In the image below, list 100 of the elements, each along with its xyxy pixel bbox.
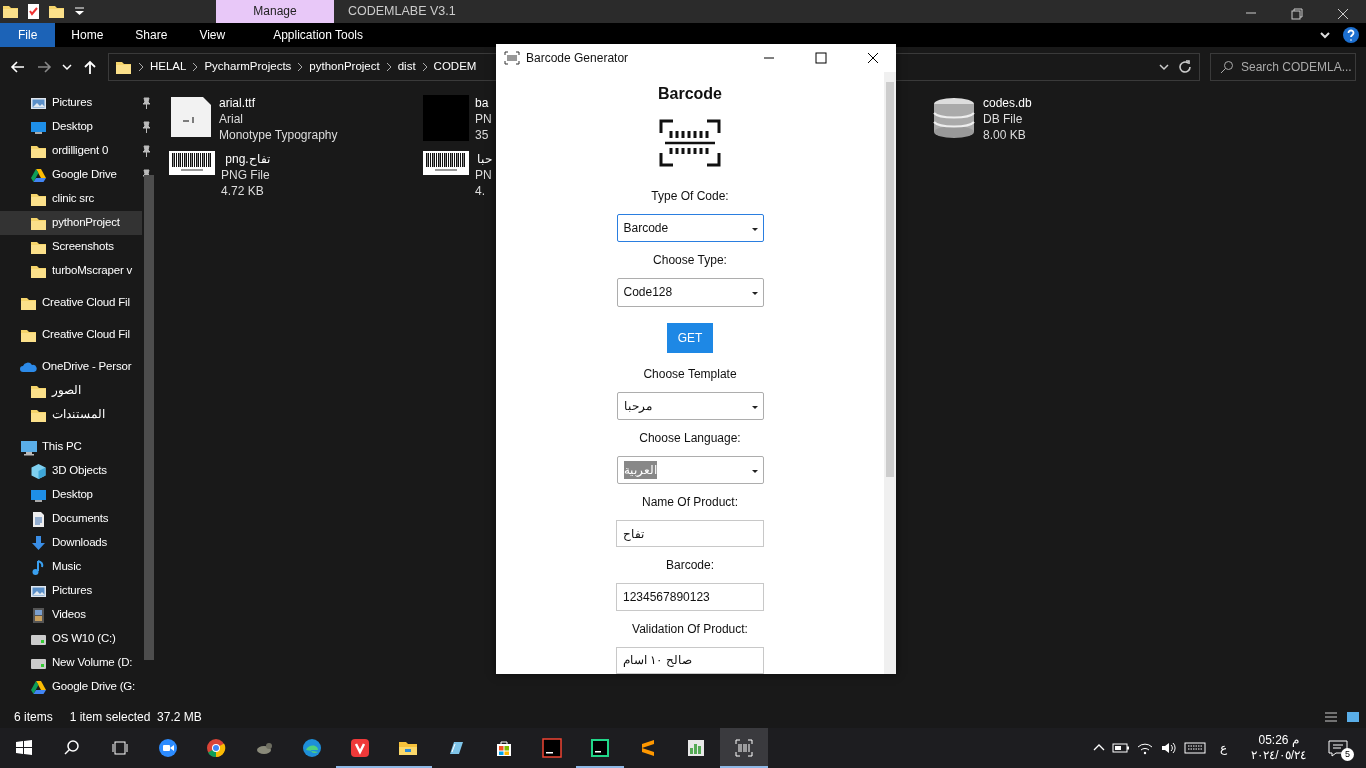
up-arrow-icon[interactable]: [82, 59, 98, 75]
ribbon-tab[interactable]: Home: [55, 23, 120, 47]
folder-icon[interactable]: [2, 3, 19, 20]
breadcrumb-item[interactable]: pythonProject: [309, 58, 380, 76]
input-field[interactable]: تفاح: [616, 520, 764, 548]
computer-icon: [20, 438, 37, 456]
sidebar-item[interactable]: Google Drive (G:: [0, 675, 142, 699]
input-language-indicator[interactable]: ع: [1220, 739, 1228, 757]
file-name[interactable]: codes.db: [983, 95, 1032, 111]
search-field[interactable]: Search CODEMLA...: [1210, 53, 1356, 81]
sidebar-item[interactable]: New Volume (D:: [0, 651, 142, 675]
dialog-heading: Barcode: [658, 84, 722, 104]
film-icon: [30, 606, 47, 624]
sidebar-item[interactable]: المستندات: [0, 403, 142, 427]
file-detail: PN: [475, 167, 492, 183]
breadcrumb-item[interactable]: HELAL: [150, 58, 187, 76]
input-field[interactable]: صالح ١٠ اسام: [616, 646, 764, 674]
file-name[interactable]: تفاح.png: [221, 151, 270, 167]
field-label: Name Of Product:: [641, 494, 738, 512]
keyboard-icon[interactable]: [1184, 740, 1207, 756]
sidebar-item[interactable]: Desktop: [0, 115, 142, 139]
file-detail: 35: [475, 127, 490, 143]
barcode-thumbnail: [169, 151, 215, 175]
field-label: Choose Template: [643, 365, 737, 383]
maximize-icon[interactable]: [813, 50, 829, 66]
sidebar-item[interactable]: ordilligent 0: [0, 139, 142, 163]
sidebar-item[interactable]: OneDrive - Persor: [0, 355, 142, 379]
restore-icon[interactable]: [1288, 5, 1306, 23]
sidebar-item[interactable]: Videos: [0, 603, 142, 627]
scrollbar[interactable]: [884, 72, 896, 674]
file-detail: PN: [475, 111, 492, 127]
help-icon[interactable]: [1342, 26, 1360, 44]
sidebar-item[interactable]: OS W10 (C:): [0, 627, 142, 651]
field-label: Validation Of Product:: [632, 620, 748, 638]
sidebar-item[interactable]: Google Drive: [0, 163, 142, 187]
notification-icon[interactable]: [1328, 739, 1348, 758]
sidebar-item[interactable]: Pictures: [0, 579, 142, 603]
field-label: Barcode:: [666, 557, 714, 575]
sidebar-item[interactable]: Desktop: [0, 483, 142, 507]
input-field[interactable]: 1234567890123: [616, 583, 764, 611]
barcode-scan-icon: [504, 51, 520, 65]
chevron-right-icon: [385, 62, 392, 72]
checklist-icon[interactable]: [25, 3, 42, 20]
dropdown[interactable]: العربية: [616, 455, 764, 485]
sidebar-item[interactable]: Downloads: [0, 531, 142, 555]
ide-icon: [590, 738, 610, 758]
battery-icon[interactable]: [1112, 740, 1131, 756]
notification-count: 5: [1341, 748, 1354, 762]
breadcrumb-item[interactable]: CODEM: [433, 58, 477, 76]
sidebar-item[interactable]: Music: [0, 555, 142, 579]
large-icons-view-icon[interactable]: [1346, 711, 1360, 723]
sidebar-item[interactable]: Creative Cloud Fil: [0, 291, 142, 315]
window-title: CODEMLABE V3.1: [347, 3, 456, 20]
file-detail: 4.: [475, 183, 486, 199]
pin-icon[interactable]: [140, 97, 152, 109]
dropdown[interactable]: Code128: [616, 278, 764, 307]
ribbon-tab[interactable]: View: [183, 23, 242, 47]
folder-icon[interactable]: [48, 3, 65, 20]
file-detail: DB File: [983, 111, 1024, 127]
sidebar-item[interactable]: This PC: [0, 435, 142, 459]
refresh-icon[interactable]: [1177, 59, 1193, 75]
video-call-icon: [158, 738, 178, 758]
status-text: 6 items: [14, 709, 53, 726]
sidebar-item[interactable]: Screenshots: [0, 235, 142, 259]
file-name[interactable]: حبا: [475, 151, 492, 167]
sidebar-item[interactable]: Creative Cloud Fil: [0, 323, 142, 347]
dropdown[interactable]: مرحبا: [616, 391, 764, 420]
file-detail: 8.00 KB: [983, 127, 1027, 143]
dropdown[interactable]: Barcode: [616, 214, 764, 243]
sidebar-item[interactable]: Pictures: [0, 91, 142, 115]
breadcrumb-item[interactable]: PycharmProjects: [204, 58, 292, 76]
sidebar-item[interactable]: 3D Objects: [0, 459, 142, 483]
clock-date[interactable]: ٢٠٢٤/٠٥/٢٤: [1251, 748, 1306, 763]
breadcrumb-item[interactable]: dist: [397, 58, 416, 76]
database-icon: [931, 95, 977, 141]
clock-time[interactable]: 05:26 م: [1251, 733, 1306, 748]
sidebar-item[interactable]: pythonProject: [0, 211, 142, 235]
sidebar-item[interactable]: turboMscraper v: [0, 259, 142, 283]
back-arrow-icon[interactable]: [10, 59, 26, 75]
forward-arrow-icon[interactable]: [36, 59, 52, 75]
field-label: Choose Language:: [639, 429, 741, 447]
font-file-icon: [169, 95, 213, 139]
sidebar-item[interactable]: Documents: [0, 507, 142, 531]
details-view-icon[interactable]: [1324, 711, 1338, 723]
volume-icon[interactable]: [1160, 740, 1179, 756]
ribbon-tab[interactable]: File: [0, 23, 56, 47]
ide-icon: [542, 738, 562, 758]
chevron-right-icon: [138, 62, 144, 72]
pin-icon[interactable]: [140, 121, 152, 133]
file-name[interactable]: ba: [475, 95, 492, 111]
cube-icon: [30, 462, 47, 480]
sidebar-item[interactable]: الصور: [0, 379, 142, 403]
ribbon-tab[interactable]: Application Tools: [257, 23, 380, 47]
file-name[interactable]: arial.ttf: [219, 95, 338, 111]
close-icon[interactable]: [865, 50, 881, 66]
pin-icon[interactable]: [140, 145, 152, 157]
sidebar-item[interactable]: clinic src: [0, 187, 142, 211]
get-button[interactable]: GET: [666, 322, 714, 353]
ribbon-tab[interactable]: Share: [119, 23, 184, 47]
barcode-scan-icon: [734, 738, 754, 758]
